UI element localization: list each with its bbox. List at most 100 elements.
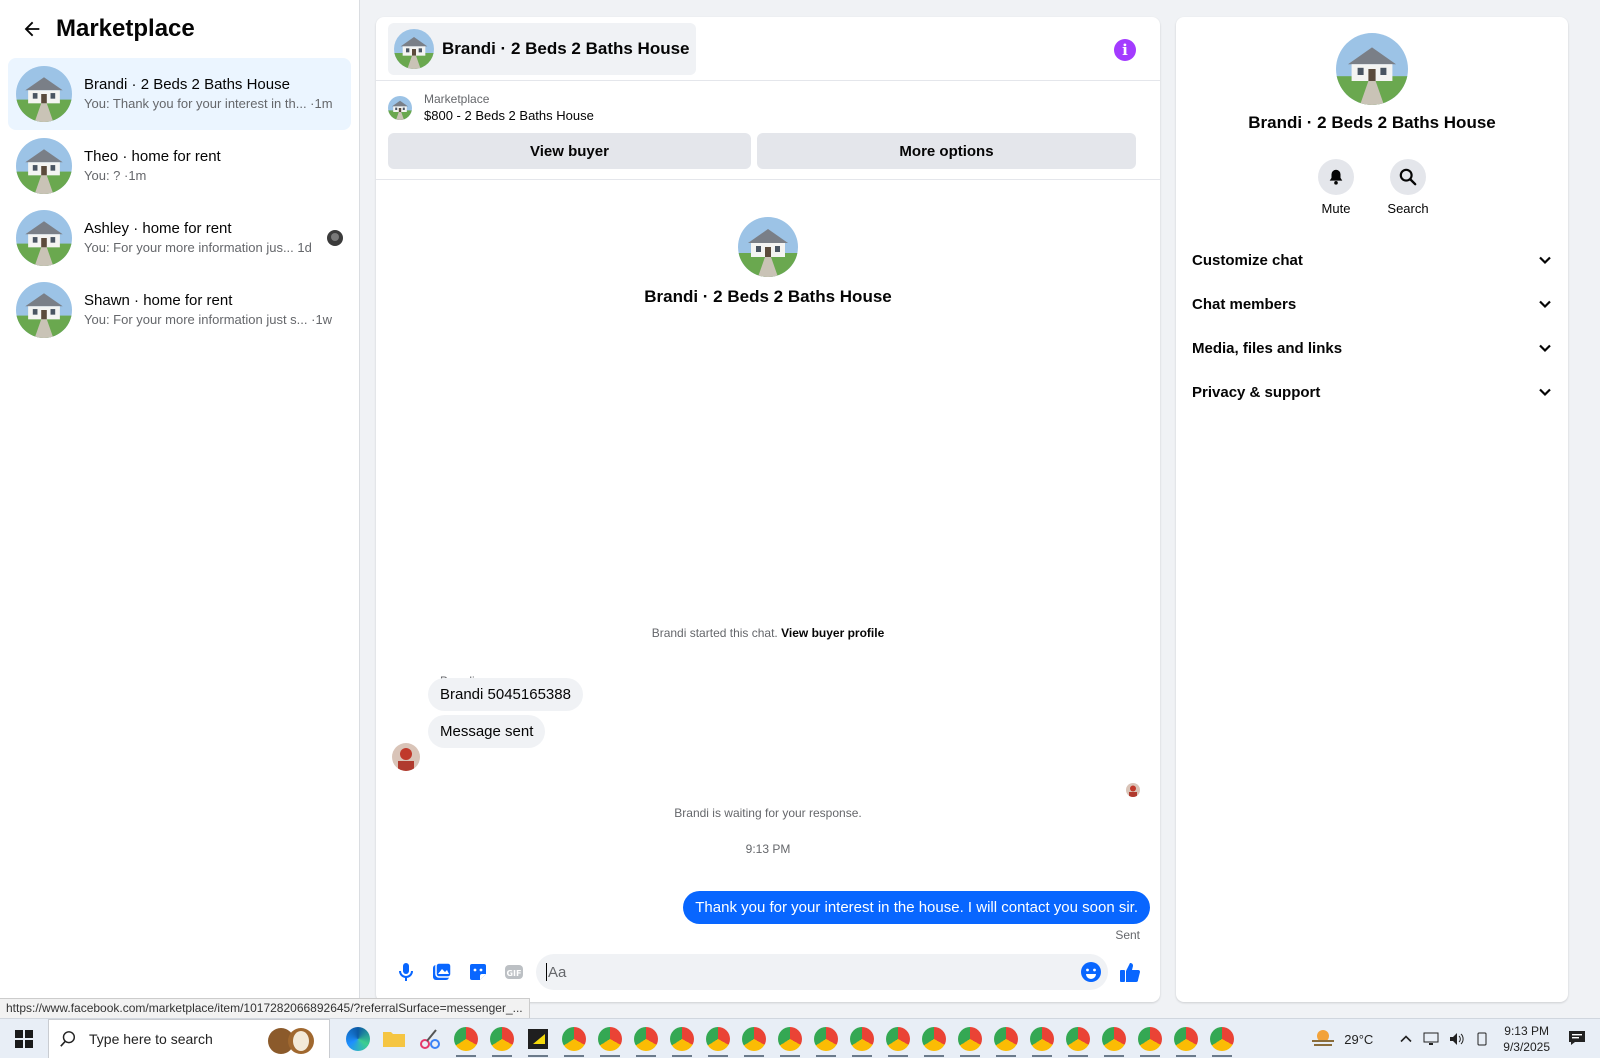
voice-clip-button[interactable] xyxy=(388,954,424,990)
edge-app[interactable] xyxy=(340,1019,376,1058)
seen-avatar xyxy=(327,230,343,246)
message-timestamp: 9:13 PM xyxy=(745,842,791,856)
chrome-app[interactable] xyxy=(1060,1019,1096,1058)
search-label: Search xyxy=(1387,201,1429,216)
chrome-app[interactable] xyxy=(484,1019,520,1058)
chrome-app[interactable] xyxy=(1168,1019,1204,1058)
view-buyer-button[interactable]: View buyer xyxy=(388,133,751,169)
arrow-left-icon xyxy=(24,21,40,37)
start-button[interactable] xyxy=(0,1019,48,1058)
mute-circle xyxy=(1318,159,1354,195)
back-button[interactable] xyxy=(16,13,48,45)
chrome-app[interactable] xyxy=(556,1019,592,1058)
outgoing-message[interactable]: Thank you for your interest in the house… xyxy=(683,891,1150,924)
chrome-app[interactable] xyxy=(700,1019,736,1058)
sidebar-header: Marketplace xyxy=(0,0,359,58)
conversation-sidebar: Marketplace Brandi · 2 Beds 2 Baths Hous… xyxy=(0,0,360,998)
conversation-avatar xyxy=(16,210,72,266)
tray-icons xyxy=(1399,1032,1489,1046)
microphone-icon xyxy=(399,963,413,981)
listing-summary[interactable]: Marketplace $800 - 2 Beds 2 Baths House xyxy=(376,81,1160,129)
like-button[interactable] xyxy=(1112,954,1148,990)
chrome-app[interactable] xyxy=(1132,1019,1168,1058)
conversation-item[interactable]: Theo · home for rent You: ? ·1m xyxy=(8,130,351,202)
incoming-message[interactable]: Brandi 5045165388 xyxy=(428,678,583,711)
mute-button[interactable]: Mute xyxy=(1316,159,1356,216)
chrome-app[interactable] xyxy=(808,1019,844,1058)
info-icon[interactable]: i xyxy=(1114,39,1136,61)
thumbs-up-icon xyxy=(1120,963,1140,982)
chat-title-button[interactable]: Brandi · 2 Beds 2 Baths House xyxy=(388,22,696,75)
chrome-app[interactable] xyxy=(1204,1019,1240,1058)
section-customize-chat[interactable]: Customize chat xyxy=(1176,238,1568,282)
section-privacy-support[interactable]: Privacy & support xyxy=(1176,370,1568,414)
chat-panel: Brandi · 2 Beds 2 Baths House i Marketpl… xyxy=(376,17,1160,1002)
chrome-app[interactable] xyxy=(664,1019,700,1058)
conversation-item[interactable]: Ashley · home for rent You: For your mor… xyxy=(8,202,351,274)
windows-taskbar: Type here to search 29°C 9:13 PM 9/3/202… xyxy=(0,1018,1600,1058)
conversation-preview: You: ? ·1m xyxy=(84,168,147,183)
mute-label: Mute xyxy=(1321,201,1351,216)
chrome-app[interactable] xyxy=(844,1019,880,1058)
sticker-button[interactable] xyxy=(460,954,496,990)
conversation-item[interactable]: Brandi · 2 Beds 2 Baths House You: Thank… xyxy=(8,58,351,130)
gif-button[interactable]: GIF xyxy=(496,954,532,990)
sender-avatar[interactable] xyxy=(392,743,420,771)
snipping-tool-app[interactable] xyxy=(412,1019,448,1058)
chevron-down-icon xyxy=(1539,300,1551,309)
file-explorer-app[interactable] xyxy=(376,1019,412,1058)
section-media-files-links[interactable]: Media, files and links xyxy=(1176,326,1568,370)
chrome-app[interactable] xyxy=(916,1019,952,1058)
conversation-name: Shawn · home for rent xyxy=(84,292,233,309)
weather-haze-icon xyxy=(1312,1030,1335,1046)
conversation-preview: You: For your more information jus... 1d xyxy=(84,240,312,255)
taskbar-clock[interactable]: 9:13 PM 9/3/2025 xyxy=(1503,1023,1550,1055)
section-chat-members[interactable]: Chat members xyxy=(1176,282,1568,326)
sticky-note-icon xyxy=(528,1028,548,1049)
conversation-preview: You: For your more information just s...… xyxy=(84,312,333,327)
chrome-app[interactable] xyxy=(628,1019,664,1058)
chrome-app[interactable] xyxy=(952,1019,988,1058)
listing-title: $800 - 2 Beds 2 Baths House xyxy=(424,108,594,123)
svg-text:GIF: GIF xyxy=(506,969,521,978)
photo-icon xyxy=(433,962,452,980)
taskbar-search[interactable]: Type here to search xyxy=(48,1018,330,1058)
chrome-app[interactable] xyxy=(736,1019,772,1058)
emoji-icon xyxy=(1081,962,1101,982)
taskbar-apps xyxy=(340,1019,1240,1058)
chrome-app[interactable] xyxy=(880,1019,916,1058)
conversation-item[interactable]: Shawn · home for rent You: For your more… xyxy=(8,274,351,346)
attach-photo-button[interactable] xyxy=(424,954,460,990)
search-icon xyxy=(1399,168,1417,186)
temperature: 29°C xyxy=(1344,1031,1374,1047)
conversation-name: Brandi · 2 Beds 2 Baths House xyxy=(84,76,290,93)
chrome-app[interactable] xyxy=(448,1019,484,1058)
message-input[interactable]: Aa xyxy=(536,954,1108,990)
chrome-app[interactable] xyxy=(1024,1019,1060,1058)
intro-name: Brandi · 2 Beds 2 Baths House xyxy=(644,287,892,306)
sent-status: Sent xyxy=(1115,928,1140,942)
chat-title: Brandi · 2 Beds 2 Baths House xyxy=(442,38,690,58)
conversation-avatar xyxy=(16,66,72,122)
chrome-app[interactable] xyxy=(592,1019,628,1058)
notification-icon xyxy=(1569,1030,1585,1045)
device-icon[interactable] xyxy=(1475,1032,1489,1046)
network-icon[interactable] xyxy=(1423,1032,1439,1046)
chrome-app[interactable] xyxy=(772,1019,808,1058)
search-conversation-button[interactable]: Search xyxy=(1387,159,1429,216)
more-options-button[interactable]: More options xyxy=(757,133,1136,169)
chat-started-notice: Brandi started this chat. View buyer pro… xyxy=(651,626,885,640)
speaker-icon[interactable] xyxy=(1449,1032,1465,1046)
scissors-icon xyxy=(420,1028,440,1049)
sticky-notes-app[interactable] xyxy=(520,1019,556,1058)
chrome-app[interactable] xyxy=(1096,1019,1132,1058)
chrome-app[interactable] xyxy=(988,1019,1024,1058)
notification-center-button[interactable] xyxy=(1568,1029,1586,1050)
view-buyer-profile-link[interactable]: View buyer profile xyxy=(781,626,884,640)
listing-source: Marketplace xyxy=(424,92,490,106)
weather-widget[interactable]: 29°C xyxy=(1310,1028,1373,1050)
conversation-avatar xyxy=(16,138,72,194)
emoji-button[interactable] xyxy=(1080,961,1102,987)
incoming-message[interactable]: Message sent xyxy=(428,715,546,748)
chevron-up-icon[interactable] xyxy=(1399,1032,1413,1046)
